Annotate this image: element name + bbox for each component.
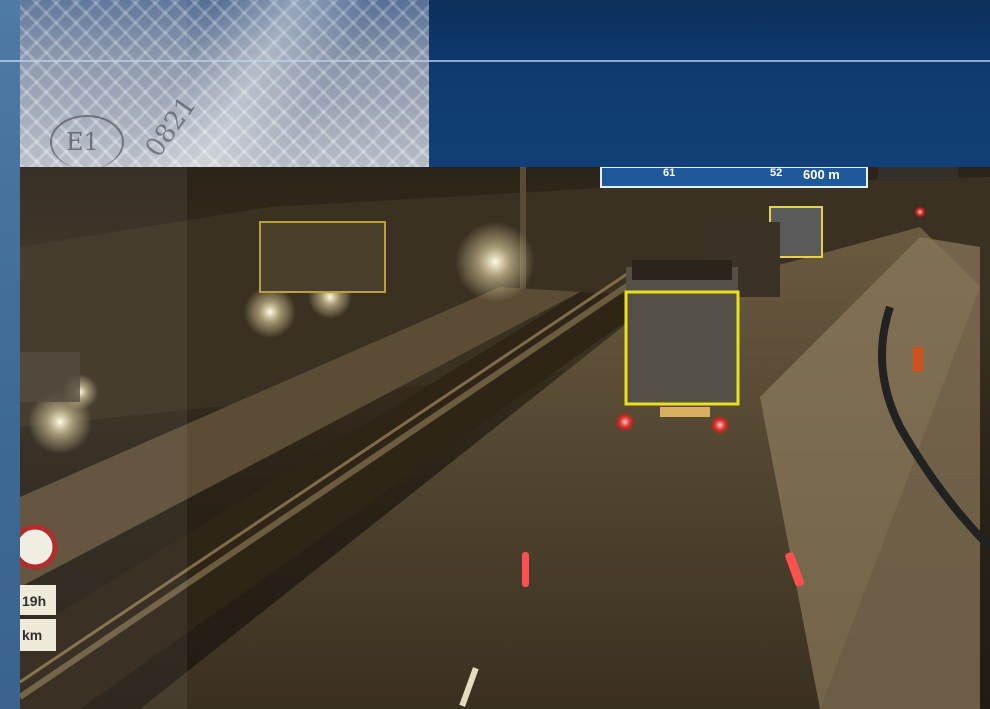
horizontal-rule: [0, 60, 990, 62]
sign-exit-left: 61: [663, 167, 676, 179]
translucent-panel: [20, 0, 187, 709]
blue-banner: [429, 0, 990, 167]
cover-image: E1 0821 61 52 600 m 19h km: [0, 0, 990, 709]
sign-exit-right: 52: [770, 167, 783, 179]
left-blue-stripe: [0, 0, 20, 709]
sign-distance: 600 m: [803, 167, 840, 182]
